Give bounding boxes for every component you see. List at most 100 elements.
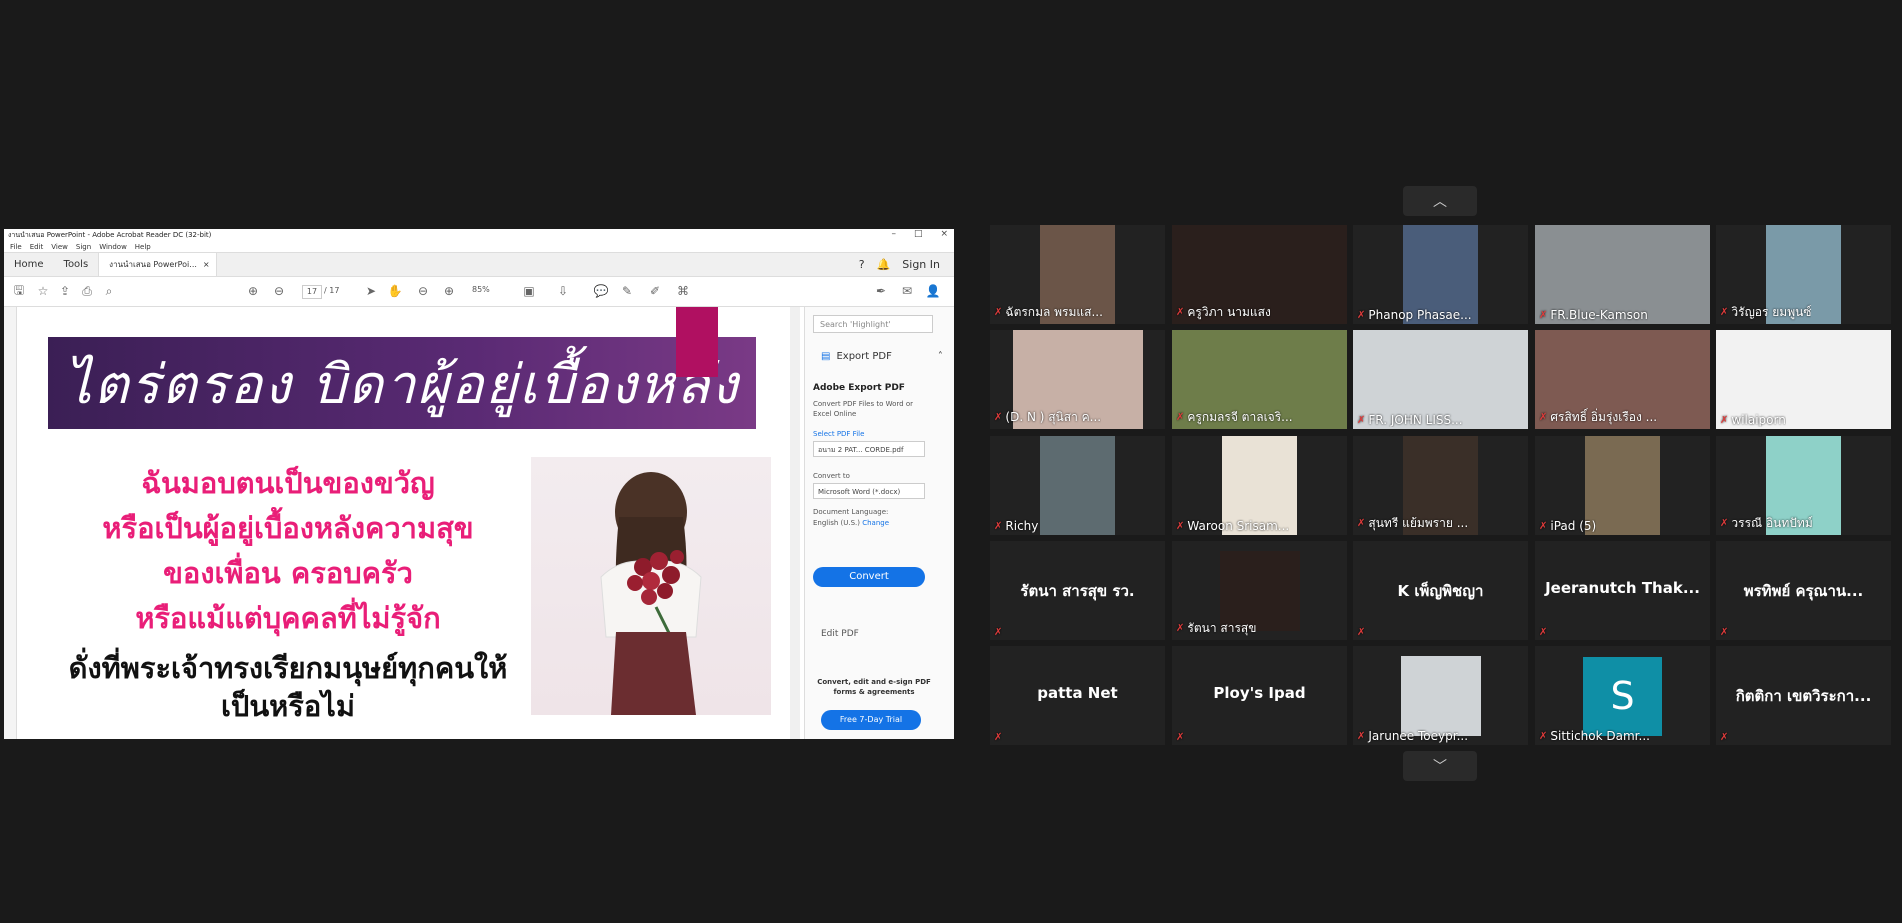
slide-title: ไตร่ตรอง บิดาผู้อยู่เบื้องหลัง	[64, 353, 740, 416]
muted-mic-icon: ✗	[994, 307, 1003, 318]
selected-file[interactable]: อนาม 2 PAT... CORDE.pdf	[813, 441, 925, 457]
stamp-icon[interactable]: ⌘	[676, 284, 690, 298]
document-scrollbar[interactable]	[790, 307, 800, 739]
participant-tile[interactable]: ✗ รัตนา สารสุข	[1172, 541, 1347, 640]
adobe-export-heading: Adobe Export PDF	[813, 383, 905, 393]
share-user-icon[interactable]: 👤	[926, 284, 941, 298]
participant-tile[interactable]: ✗ Richy	[990, 436, 1165, 535]
muted-mic-icon: ✗	[1539, 309, 1548, 321]
participant-tile[interactable]: ✗ iPad (5)	[1535, 436, 1710, 535]
participant-label: ✗ Sittichok Damr...	[1539, 729, 1650, 743]
save-icon[interactable]: 🖫	[12, 283, 26, 298]
sign-in-button[interactable]: Sign In	[902, 258, 940, 271]
gallery-prev-button[interactable]: ︿	[1403, 186, 1477, 216]
participant-tile[interactable]: ✗ Jarunee Toeypr...	[1353, 646, 1528, 745]
left-navigation-rail[interactable]	[4, 307, 17, 739]
menu-file[interactable]: File	[10, 243, 22, 251]
zoom-in-icon[interactable]: ⊕	[442, 284, 456, 298]
edit-pdf-link[interactable]: Edit PDF	[821, 629, 859, 639]
slide-line-6: เป็นหรือไม่	[221, 689, 355, 723]
search-tools-input[interactable]: Search 'Highlight'	[813, 315, 933, 333]
participant-tile[interactable]: ✗ FR. JOHN LISS...	[1353, 330, 1528, 429]
participant-tile[interactable]: ✗ (D. N ) สุนิสา ค...	[990, 330, 1165, 429]
fit-page-icon[interactable]: ▣	[522, 284, 536, 298]
participant-tile[interactable]: ✗ สุนทรี แย้มพราย ...	[1353, 436, 1528, 535]
participant-tile[interactable]: ✗ ครูวิภา นามแสง	[1172, 225, 1347, 324]
participant-label: ✗ Waroon Srisam...	[1176, 519, 1289, 533]
participant-label: ✗ iPad (5)	[1539, 519, 1596, 533]
tab-home[interactable]: Home	[4, 259, 54, 270]
participant-name: wilaiporn	[1731, 413, 1786, 427]
menu-edit[interactable]: Edit	[30, 243, 44, 251]
participant-tile[interactable]: รัตนา สารสุข รว. ✗	[990, 541, 1165, 640]
participant-name: ครูวิภา นามแสง	[1187, 305, 1271, 319]
participant-name: สุนทรี แย้มพราย ...	[1368, 516, 1469, 530]
tab-close-icon[interactable]: ×	[203, 260, 210, 269]
zoom-select[interactable]: 85%	[472, 285, 490, 294]
convert-format-select[interactable]: Microsoft Word (*.docx)	[813, 483, 925, 499]
menu-sign[interactable]: Sign	[76, 243, 91, 251]
highlight-icon[interactable]: ✎	[620, 284, 634, 298]
participant-label: ✗ ฉัตรกมล พรมแส...	[994, 303, 1103, 322]
change-language-link[interactable]: Change	[862, 519, 889, 527]
zoom-out-icon[interactable]: ⊖	[416, 284, 430, 298]
tab-tools[interactable]: Tools	[54, 259, 99, 270]
star-icon[interactable]: ☆	[36, 284, 50, 298]
participant-tile[interactable]: K เพ็ญพิชญา ✗	[1353, 541, 1528, 640]
participant-tile[interactable]: พรทิพย์ ครุณาน... ✗	[1716, 541, 1891, 640]
participant-tile[interactable]: ✗ วิรัญอร ยมพูนซ์	[1716, 225, 1891, 324]
gallery-next-button[interactable]: ﹀	[1403, 751, 1477, 781]
participant-label: ✗ วิรัญอร ยมพูนซ์	[1720, 303, 1811, 322]
page-up-icon[interactable]: ⊕	[246, 284, 260, 298]
participant-avatar: S	[1583, 657, 1662, 736]
menu-bar: File Edit View Sign Window Help	[4, 241, 954, 252]
participant-tile[interactable]: ✗ FR.Blue-Kamson	[1535, 225, 1710, 324]
convert-button[interactable]: Convert	[813, 567, 925, 587]
chevron-up-icon[interactable]: ˄	[938, 351, 943, 362]
tab-document[interactable]: งานนำเสนอ PowerPoi... ×	[98, 253, 217, 276]
participant-tile[interactable]: ✗ ฉัตรกมล พรมแส...	[990, 225, 1165, 324]
participant-tile[interactable]: ✗ wilaiporn	[1716, 330, 1891, 429]
participant-tile[interactable]: กิตติกา เขตวิระกา... ✗	[1716, 646, 1891, 745]
slide-line-1: ฉันมอบตนเป็นของขวัญ	[141, 466, 435, 500]
comment-icon[interactable]: 💬	[594, 284, 609, 298]
participant-tile[interactable]: Jeeranutch Thak... ✗	[1535, 541, 1710, 640]
participant-label: ✗	[994, 627, 1002, 638]
bell-icon[interactable]: 🔔	[877, 258, 891, 271]
menu-help[interactable]: Help	[135, 243, 151, 251]
participant-tile[interactable]: Ploy's Ipad ✗	[1172, 646, 1347, 745]
hand-icon[interactable]: ✋	[388, 284, 403, 298]
page-number-input[interactable]: 17	[302, 285, 322, 299]
woman-with-roses-illustration	[531, 457, 771, 715]
upload-icon[interactable]: ⇪	[58, 284, 72, 298]
muted-mic-icon: ✗	[1176, 520, 1185, 532]
menu-view[interactable]: View	[51, 243, 68, 251]
draw-icon[interactable]: ✐	[648, 284, 662, 298]
muted-mic-icon: ✗	[1720, 732, 1729, 743]
free-trial-button[interactable]: Free 7-Day Trial	[821, 710, 921, 730]
participant-tile[interactable]: ✗ วรรณี อินทปัทม์	[1716, 436, 1891, 535]
scroll-mode-icon[interactable]: ⇩	[556, 284, 570, 298]
page-down-icon[interactable]: ⊖	[272, 284, 286, 298]
participant-tile[interactable]: patta Net ✗	[990, 646, 1165, 745]
mail-icon[interactable]: ✉	[900, 284, 914, 298]
participant-tile[interactable]: ✗ Waroon Srisam...	[1172, 436, 1347, 535]
menu-window[interactable]: Window	[99, 243, 127, 251]
participant-tile[interactable]: ✗ Phanop Phasae...	[1353, 225, 1528, 324]
muted-mic-icon: ✗	[1357, 414, 1366, 426]
print-icon[interactable]: ⎙	[80, 284, 94, 298]
maximize-icon[interactable]: □	[914, 229, 923, 239]
help-icon[interactable]: ?	[859, 258, 865, 271]
select-pdf-link[interactable]: Select PDF File	[813, 429, 913, 439]
participant-tile[interactable]: ✗ ศรสิทธิ์ อิ่มรุ่งเรือง ...	[1535, 330, 1710, 429]
export-pdf-header[interactable]: ▤ Export PDF ˄	[821, 351, 943, 362]
minimize-icon[interactable]: –	[891, 229, 896, 239]
close-icon[interactable]: ×	[940, 229, 948, 239]
search-icon[interactable]: ⌕	[102, 284, 116, 298]
participant-tile[interactable]: S ✗ Sittichok Damr...	[1535, 646, 1710, 745]
select-cursor-icon[interactable]: ➤	[364, 284, 378, 298]
participant-name: ฉัตรกมล พรมแส...	[1005, 305, 1103, 319]
participant-tile[interactable]: ✗ ครูกมลรจี ตาลเจริ...	[1172, 330, 1347, 429]
fill-sign-icon[interactable]: ✒	[874, 284, 888, 298]
participant-label: ✗	[1720, 627, 1728, 638]
